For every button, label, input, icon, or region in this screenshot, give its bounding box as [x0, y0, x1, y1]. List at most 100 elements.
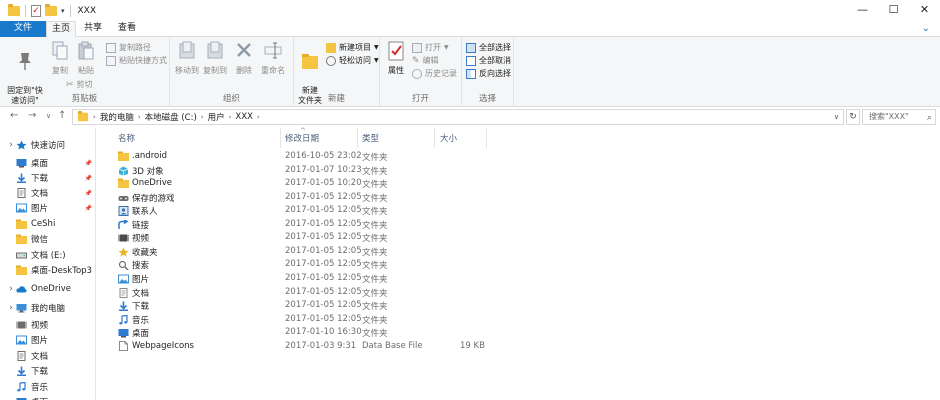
chevron-right-icon[interactable]: ›	[201, 113, 204, 121]
recent-locations-icon[interactable]: ∨	[46, 112, 51, 120]
cut-label: 剪切	[76, 80, 93, 89]
open-button[interactable]: 打开 ▼	[412, 42, 449, 53]
easy-access-button[interactable]: 轻松访问 ▼	[326, 55, 379, 66]
expand-ribbon-icon[interactable]: ⌄	[922, 23, 930, 34]
invert-selection-button[interactable]: 反向选择	[466, 68, 511, 79]
minimize-button[interactable]: —	[847, 0, 878, 21]
select-none-button[interactable]: 全部取消	[466, 55, 511, 66]
column-name[interactable]: 名称	[118, 132, 135, 144]
chevron-right-icon[interactable]: ›	[229, 113, 232, 121]
file-row[interactable]: 搜索 2017-01-05 12:05 文件夹	[104, 258, 940, 272]
column-divider[interactable]	[486, 128, 487, 148]
star-icon	[16, 140, 27, 150]
column-modified[interactable]: 修改日期	[285, 132, 319, 144]
rename-button[interactable]: 重命名	[258, 40, 288, 76]
file-row[interactable]: 保存的游戏 2017-01-05 12:05 文件夹	[104, 191, 940, 205]
file-row[interactable]: 3D 对象 2017-01-07 10:23 文件夹	[104, 164, 940, 178]
nav-item[interactable]: CeShi	[0, 217, 95, 231]
search-input[interactable]: 搜索"XXX" ⌕	[862, 109, 936, 125]
new-item-button[interactable]: 新建项目 ▼	[326, 42, 379, 53]
expand-chevron-icon[interactable]: ›	[6, 140, 16, 150]
paste-label: 粘贴	[78, 66, 94, 75]
file-row[interactable]: WebpageIcons 2017-01-03 9:31 Data Base Fil…	[104, 340, 940, 354]
new-folder-quick-icon[interactable]	[45, 3, 57, 16]
close-button[interactable]: ✕	[909, 0, 940, 21]
file-row[interactable]: 图片 2017-01-05 12:05 文件夹	[104, 272, 940, 286]
file-modified: 2016-10-05 23:02	[285, 151, 362, 161]
breadcrumb-drive[interactable]: 本地磁盘 (C:)	[145, 111, 197, 123]
copy-button[interactable]: 复制	[48, 40, 72, 76]
copy-path-button[interactable]: 复制路径	[106, 42, 151, 53]
expand-chevron-icon[interactable]: ›	[6, 303, 16, 313]
nav-item[interactable]: 图片 📌	[0, 201, 95, 215]
nav-item[interactable]: 桌面 📌	[0, 156, 95, 170]
up-arrow-icon[interactable]: ↑	[58, 110, 66, 121]
file-row[interactable]: 收藏夹 2017-01-05 12:05 文件夹	[104, 245, 940, 259]
file-type: 文件夹	[362, 180, 388, 191]
nav-item[interactable]: 文档	[0, 349, 95, 363]
chevron-right-icon[interactable]: ›	[257, 113, 260, 121]
breadcrumb-computer[interactable]: 我的电脑	[100, 111, 134, 123]
nav-item[interactable]: › 快速访问	[0, 138, 95, 152]
maximize-button[interactable]: ☐	[878, 0, 909, 21]
properties-quick-icon[interactable]: ✓	[31, 4, 41, 17]
file-row[interactable]: OneDrive 2017-01-05 10:20 文件夹	[104, 177, 940, 191]
column-divider[interactable]	[434, 128, 435, 148]
file-row[interactable]: 音乐 2017-01-05 12:05 文件夹	[104, 313, 940, 327]
paste-button[interactable]: 粘贴	[74, 40, 98, 76]
file-type: 文件夹	[362, 220, 388, 231]
file-row[interactable]: 文档 2017-01-05 12:05 文件夹	[104, 286, 940, 300]
history-button[interactable]: 历史记录	[412, 68, 457, 79]
file-row[interactable]: 联系人 2017-01-05 12:05 文件夹	[104, 204, 940, 218]
expand-chevron-icon[interactable]: ›	[6, 284, 16, 294]
folder-icon	[16, 219, 27, 229]
select-all-button[interactable]: 全部选择	[466, 42, 511, 53]
nav-item[interactable]: 音乐	[0, 380, 95, 394]
breadcrumb-current[interactable]: XXX	[235, 112, 252, 122]
nav-item[interactable]: 下载 📌	[0, 171, 95, 185]
column-divider[interactable]	[280, 128, 281, 148]
nav-item[interactable]: 桌面	[0, 395, 95, 400]
picture-icon	[118, 274, 129, 284]
cut-button[interactable]: ✂ 剪切	[66, 79, 93, 90]
tab-file[interactable]: 文件	[0, 21, 46, 37]
nav-item[interactable]: 桌面-DeskTop3	[0, 263, 95, 277]
paste-shortcut-button[interactable]: 粘贴快捷方式	[106, 55, 167, 66]
column-type[interactable]: 类型	[362, 132, 379, 144]
tab-view[interactable]: 查看	[112, 21, 142, 37]
move-to-button[interactable]: 移动到	[174, 40, 200, 76]
nav-item[interactable]: 文档 (E:)	[0, 248, 95, 262]
nav-item[interactable]: 图片	[0, 333, 95, 347]
chevron-right-icon[interactable]: ›	[93, 113, 96, 121]
nav-item[interactable]: › 我的电脑	[0, 301, 95, 315]
nav-item[interactable]: 微信	[0, 232, 95, 246]
tab-share[interactable]: 共享	[78, 21, 108, 37]
customize-toolbar-icon[interactable]: ▾	[61, 7, 65, 15]
edit-button[interactable]: ✎ 编辑	[412, 55, 439, 66]
properties-button[interactable]: 属性	[384, 40, 408, 76]
chevron-right-icon[interactable]: ›	[138, 113, 141, 121]
file-row[interactable]: 下载 2017-01-05 12:05 文件夹	[104, 299, 940, 313]
delete-button[interactable]: 删除	[234, 40, 254, 76]
nav-item[interactable]: 下载	[0, 364, 95, 378]
address-bar[interactable]: › 我的电脑 › 本地磁盘 (C:) › 用户 › XXX › ∨	[72, 109, 844, 125]
file-row[interactable]: .android 2016-10-05 23:02 文件夹	[104, 150, 940, 164]
column-divider[interactable]	[357, 128, 358, 148]
file-row[interactable]: 链接 2017-01-05 12:05 文件夹	[104, 218, 940, 232]
file-name-cell: 文档	[118, 287, 149, 299]
nav-item[interactable]: 视频	[0, 318, 95, 332]
navigation-pane-scrollbar[interactable]	[96, 128, 104, 400]
breadcrumb-users[interactable]: 用户	[208, 111, 225, 123]
refresh-button[interactable]: ↻	[846, 109, 860, 125]
file-row[interactable]: 视频 2017-01-05 12:05 文件夹	[104, 231, 940, 245]
nav-item[interactable]: 文档 📌	[0, 186, 95, 200]
copy-to-button[interactable]: 复制到	[202, 40, 228, 76]
address-dropdown-icon[interactable]: ∨	[834, 113, 839, 121]
file-name-cell: 视频	[118, 232, 149, 244]
column-size[interactable]: 大小	[440, 132, 457, 144]
nav-item[interactable]: › OneDrive	[0, 282, 95, 296]
file-row[interactable]: 桌面 2017-01-10 16:30 文件夹	[104, 326, 940, 340]
back-arrow-icon[interactable]: ←	[10, 110, 18, 121]
tab-home[interactable]: 主页	[46, 21, 76, 38]
forward-arrow-icon[interactable]: →	[28, 110, 36, 121]
